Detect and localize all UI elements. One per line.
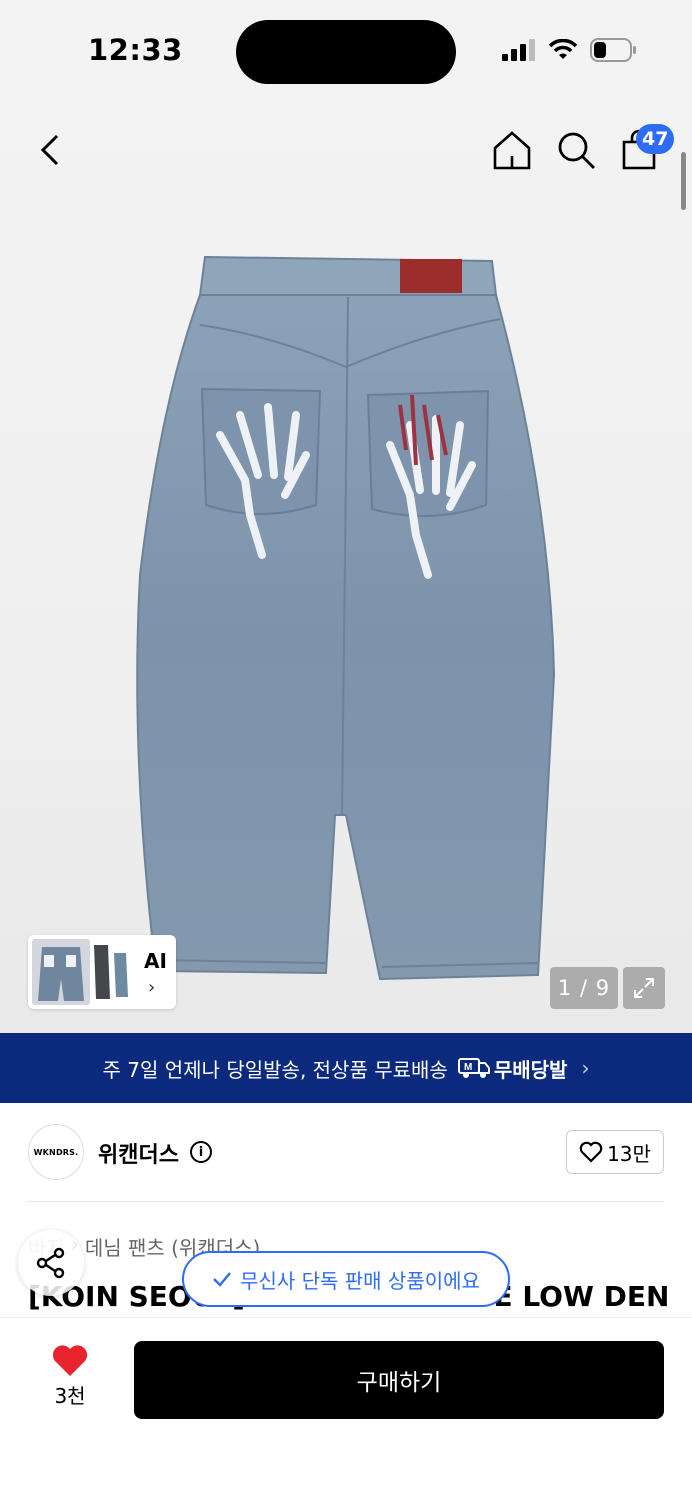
banner-text: 주 7일 언제나 당일발송, 전상품 무료배송 — [102, 1057, 448, 1082]
buy-button[interactable]: 구매하기 — [134, 1341, 664, 1419]
cellular-signal-icon — [502, 39, 535, 61]
favorite-count: 3천 — [54, 1384, 86, 1408]
share-icon — [36, 1247, 65, 1279]
bottom-action-bar: 3천 구매하기 — [0, 1318, 692, 1500]
banner-brand-label: 무배당발 — [493, 1057, 568, 1082]
jeans-illustration — [136, 255, 556, 981]
search-button[interactable] — [554, 128, 598, 172]
product-image — [120, 255, 570, 995]
thumbnail-image-2 — [90, 939, 134, 1005]
search-icon — [558, 132, 595, 169]
back-button[interactable] — [30, 128, 70, 172]
banner-brand: M 무배당발 — [457, 1054, 568, 1083]
brand-logo[interactable]: WKNDRS. — [28, 1124, 84, 1180]
delivery-banner[interactable]: 주 7일 언제나 당일발송, 전상품 무료배송 M 무배당발 › — [0, 1033, 692, 1103]
brand-name[interactable]: 위캔더스 — [98, 1137, 179, 1169]
cart-count-badge: 47 — [636, 124, 675, 154]
exclusive-toast: 무신사 단독 판매 상품이에요 — [182, 1251, 510, 1307]
fullscreen-button[interactable] — [623, 967, 665, 1009]
brand-like-button[interactable]: 13만 — [566, 1130, 664, 1174]
brand-row: WKNDRS. 위캔더스 i 13만 — [0, 1103, 692, 1201]
favorite-button[interactable]: 3천 — [40, 1344, 100, 1414]
home-icon — [493, 131, 531, 170]
wifi-icon — [548, 39, 578, 59]
brand-like-count: 13만 — [607, 1141, 651, 1166]
heart-filled-icon — [52, 1345, 88, 1376]
battery-icon — [590, 38, 636, 62]
expand-icon — [634, 978, 654, 998]
dynamic-island — [236, 20, 456, 84]
chevron-left-icon — [40, 134, 59, 166]
scrollbar[interactable] — [681, 152, 686, 210]
share-button[interactable] — [18, 1230, 84, 1296]
ai-label: AI — [144, 949, 167, 973]
delivery-truck-icon: M — [457, 1058, 490, 1078]
top-nav-bar — [0, 100, 692, 200]
check-icon — [213, 1272, 231, 1287]
chevron-right-icon: › — [581, 1056, 590, 1080]
status-time: 12:33 — [88, 33, 183, 67]
ai-thumbnail-card[interactable]: AI › — [28, 935, 176, 1009]
toast-text: 무신사 단독 판매 상품이에요 — [240, 1268, 480, 1293]
image-page-counter: 1 / 9 — [550, 967, 618, 1009]
thumbnail-image-1 — [32, 939, 90, 1005]
info-icon[interactable]: i — [190, 1141, 212, 1163]
chevron-right-icon: › — [148, 977, 156, 998]
divider — [28, 1201, 664, 1202]
banner-brand-mark: M — [464, 1062, 472, 1073]
brand-logo-text: WKNDRS. — [33, 1147, 79, 1157]
home-button[interactable] — [490, 128, 534, 172]
product-image-gallery[interactable]: AI › 1 / 9 — [0, 100, 692, 1033]
heart-outline-icon — [579, 1141, 603, 1163]
status-icons — [502, 38, 636, 62]
status-bar: 12:33 — [0, 0, 692, 100]
